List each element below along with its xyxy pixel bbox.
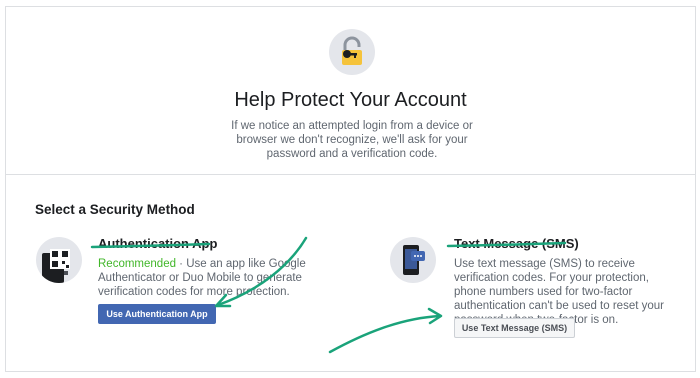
use-auth-app-button[interactable]: Use Authentication App xyxy=(98,304,216,324)
lock-icon-circle xyxy=(329,29,375,75)
page-description: If we notice an attempted login from a d… xyxy=(231,120,473,160)
auth-app-title: Authentication App xyxy=(98,236,218,251)
qr-phone-icon xyxy=(36,237,82,283)
sms-phone-icon xyxy=(390,237,436,283)
section-divider xyxy=(6,174,695,175)
recommended-label: Recommended xyxy=(98,258,176,270)
auth-app-description: Recommended · Use an app like Google Aut… xyxy=(98,257,358,299)
header-section: Help Protect Your Account If we notice a… xyxy=(6,7,695,174)
page-title: Help Protect Your Account xyxy=(234,89,467,111)
use-sms-button[interactable]: Use Text Message (SMS) xyxy=(454,318,575,338)
sms-description: Use text message (SMS) to receive verifi… xyxy=(454,258,664,326)
section-title: Select a Security Method xyxy=(35,202,195,217)
sms-title: Text Message (SMS) xyxy=(454,236,579,251)
security-setup-card: Help Protect Your Account If we notice a… xyxy=(5,6,696,372)
lock-key-icon xyxy=(342,36,362,65)
